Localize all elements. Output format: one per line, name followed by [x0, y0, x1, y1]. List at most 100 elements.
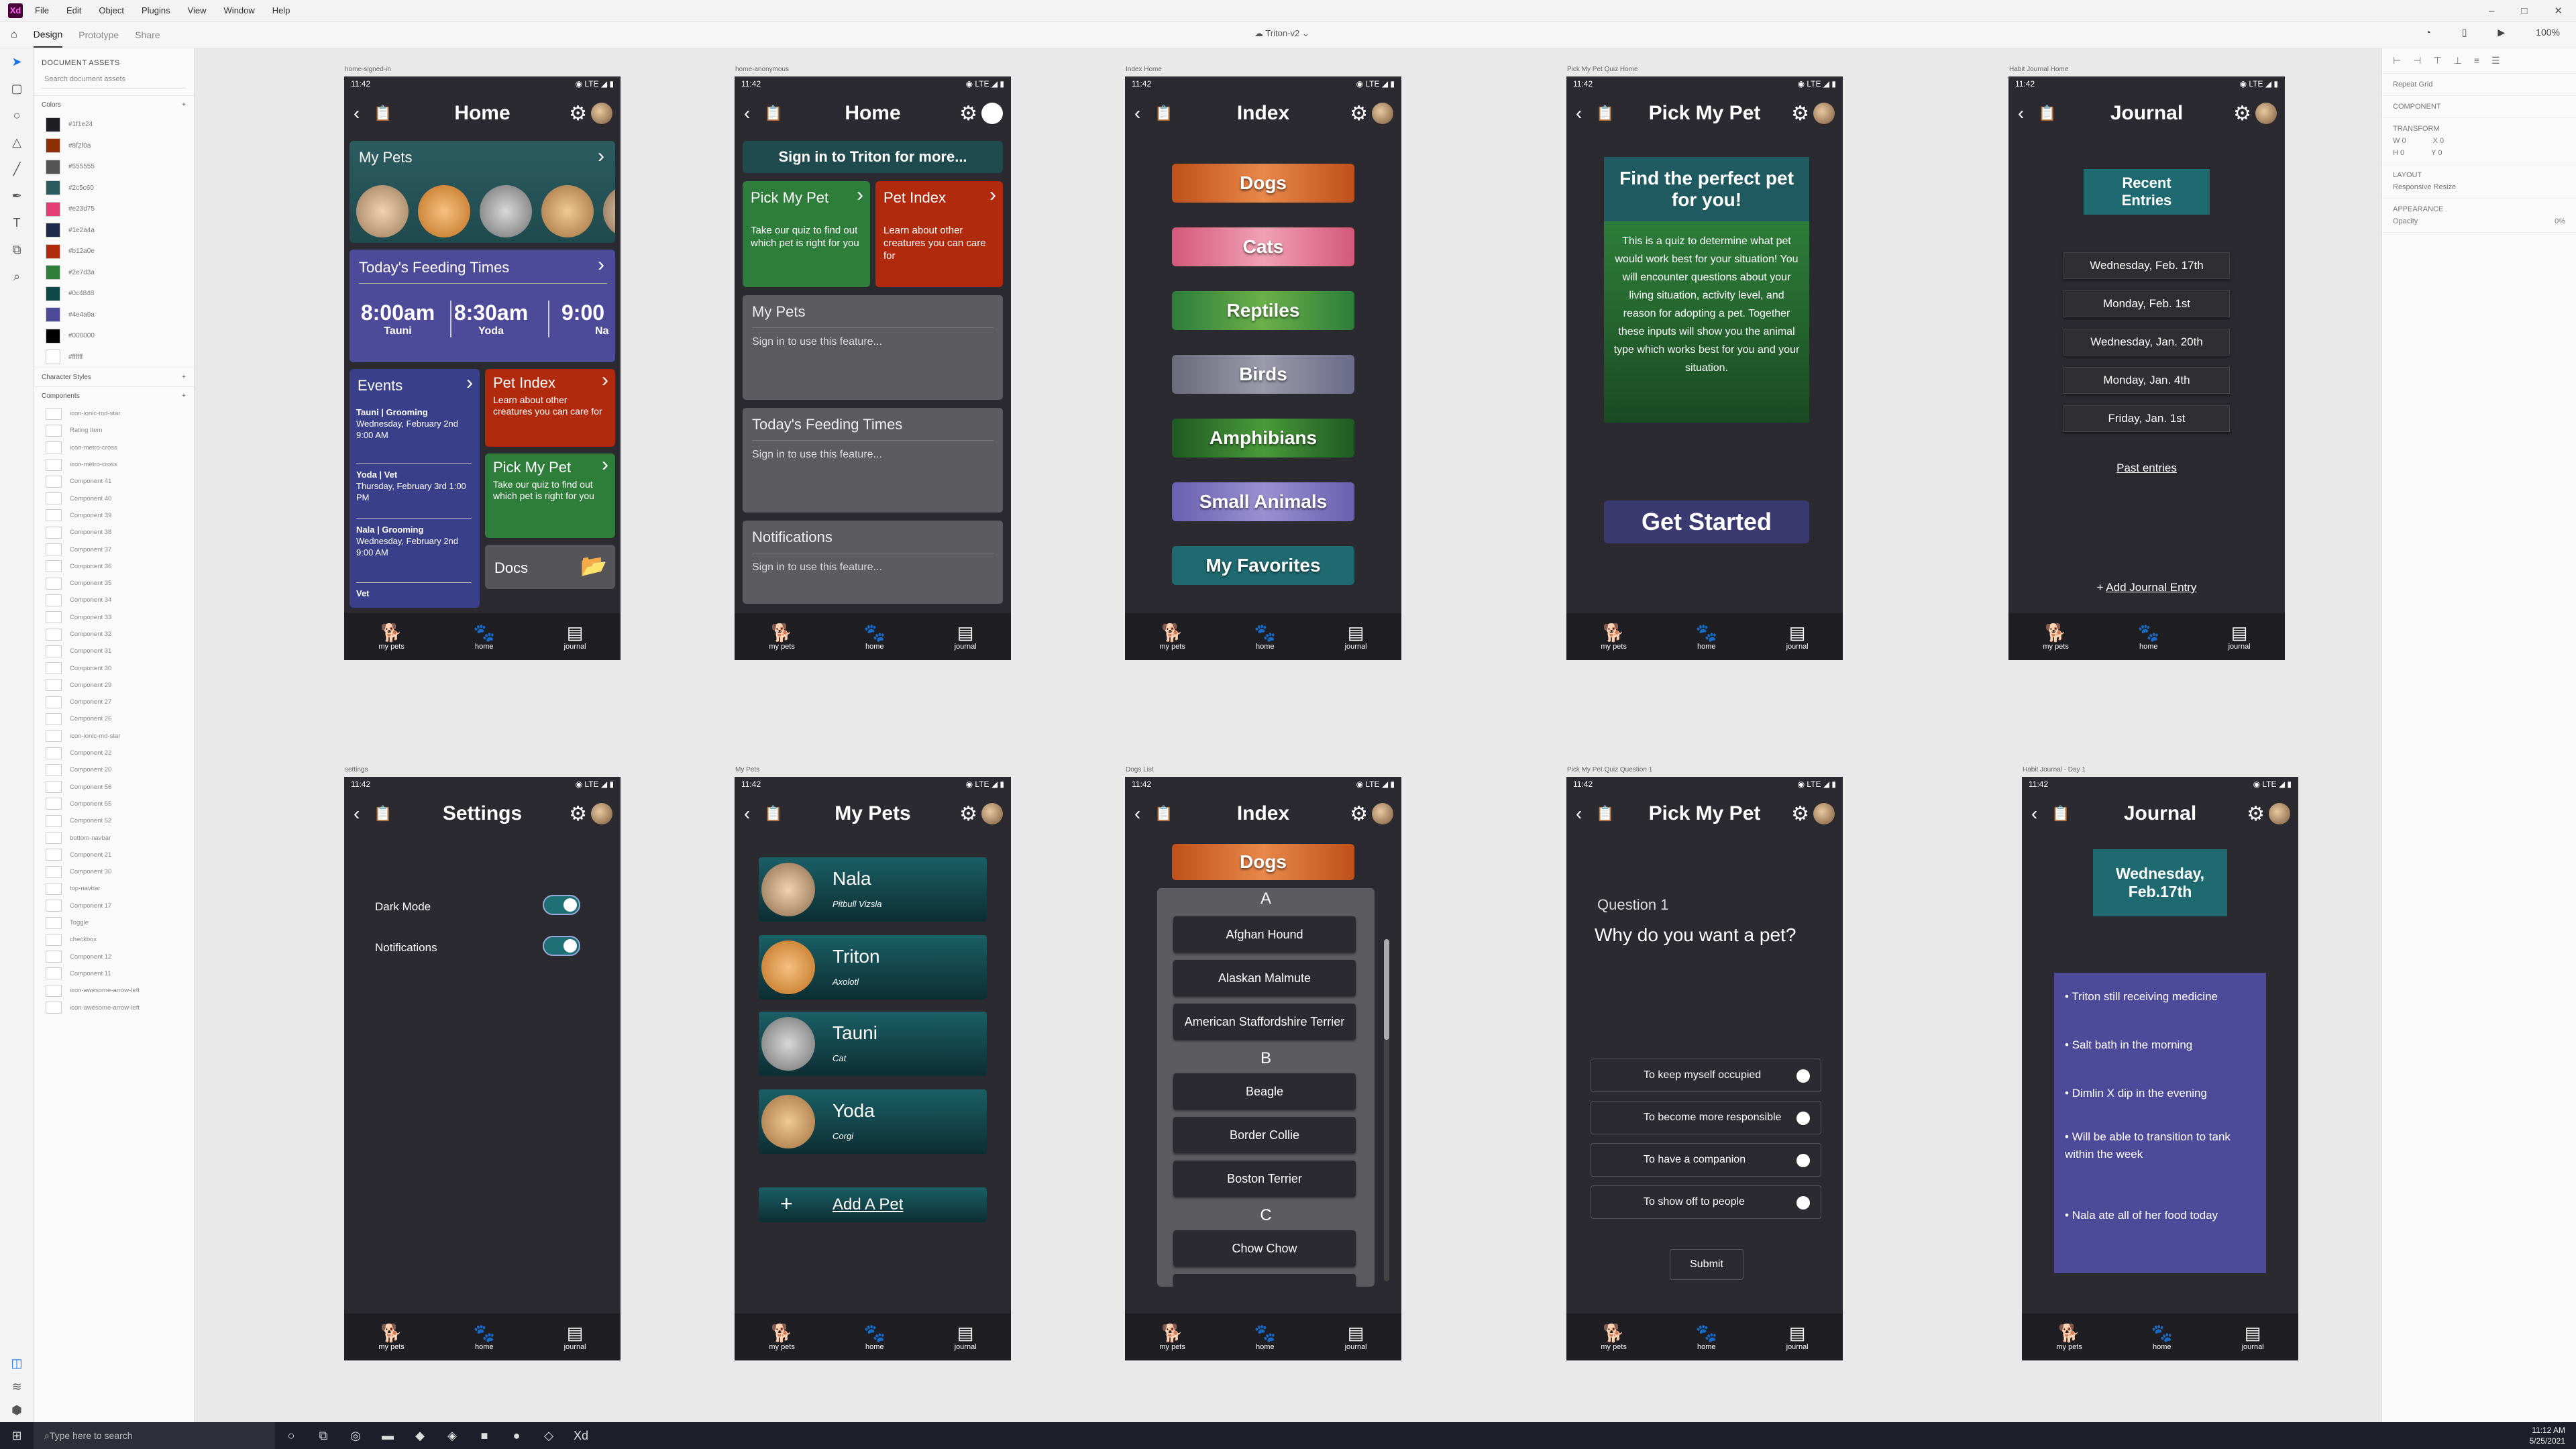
color-swatch[interactable]: #e23d75 [34, 199, 194, 220]
nav-home[interactable]: 🐾 home [1254, 1323, 1276, 1351]
index-reptiles-button[interactable]: Reptiles [1172, 291, 1354, 330]
scrollbar-thumb[interactable] [1384, 939, 1389, 1040]
color-swatch[interactable]: #b12a0e [34, 241, 194, 262]
avatar[interactable] [1813, 103, 1835, 124]
quiz-option[interactable]: To have a companion [1591, 1143, 1821, 1177]
nav-journal[interactable]: ▤ journal [1786, 1323, 1809, 1351]
clipboard-icon[interactable]: 📋 [764, 105, 784, 122]
back-arrow-icon[interactable]: ‹ [1134, 103, 1155, 124]
colors-section-header[interactable]: Colors + [34, 95, 194, 114]
menu-help[interactable]: Help [272, 5, 290, 15]
menu-window[interactable]: Window [224, 5, 255, 15]
nav-home[interactable]: 🐾 home [474, 623, 495, 651]
pet-list-item[interactable]: Yoda Corgi [759, 1089, 987, 1154]
plugins-icon[interactable]: ⬢ [0, 1397, 34, 1424]
component-item[interactable]: Component 12 [34, 949, 194, 965]
adobe-xd-icon[interactable]: Xd [565, 1429, 597, 1443]
color-swatch[interactable]: #555555 [34, 156, 194, 178]
color-swatch[interactable]: #2c5c60 [34, 178, 194, 199]
nav-journal[interactable]: ▤ journal [564, 623, 586, 651]
color-swatch[interactable]: #1f1e24 [34, 114, 194, 136]
nav-home[interactable]: 🐾 home [474, 1323, 495, 1351]
color-swatch[interactable]: #1e2a4a [34, 220, 194, 241]
clipboard-icon[interactable]: 📋 [1596, 105, 1616, 122]
artboard-dogs-list[interactable]: 11:42 ◉ LTE ◢ ▮ ‹ 📋 Index ⚙ Dogs A Afghan Ho… [1125, 777, 1401, 1360]
nav-my-pets[interactable]: 🐕 my pets [769, 1323, 795, 1351]
color-swatch[interactable]: #8f2f0a [34, 136, 194, 157]
nav-my-pets[interactable]: 🐕 my pets [378, 623, 405, 651]
my-pets-locked-card[interactable]: My Pets Sign in to use this feature... [743, 295, 1003, 400]
nav-journal[interactable]: ▤ journal [1786, 623, 1809, 651]
component-item[interactable]: Component 39 [34, 507, 194, 524]
clipboard-icon[interactable]: 📋 [764, 805, 784, 822]
nav-home[interactable]: 🐾 home [1254, 623, 1276, 651]
breed-item[interactable]: Chow Chow [1173, 1230, 1356, 1267]
pet-photo[interactable] [480, 185, 532, 237]
artboard-quiz-question[interactable]: 11:42 ◉ LTE ◢ ▮ ‹ 📋 Pick My Pet ⚙ Question 1… [1566, 777, 1843, 1360]
submit-button[interactable]: Submit [1670, 1249, 1743, 1280]
scrollbar-track[interactable] [1384, 939, 1389, 1281]
breed-item[interactable]: Beagle [1173, 1073, 1356, 1110]
breed-list-panel[interactable]: A Afghan Hound Alaskan Malmute American … [1157, 888, 1375, 1287]
component-item[interactable]: Toggle [34, 914, 194, 931]
gear-icon[interactable]: ⚙ [959, 802, 977, 826]
distribute-icon[interactable]: ≡ [2474, 55, 2479, 66]
nav-journal[interactable]: ▤ journal [2242, 1323, 2264, 1351]
journal-entry-date[interactable]: Monday, Feb. 1st [2063, 290, 2230, 317]
rectangle-tool-icon[interactable]: ▢ [0, 75, 34, 102]
avatar[interactable] [2269, 803, 2290, 824]
component-item[interactable]: Component 41 [34, 473, 194, 490]
quiz-option[interactable]: To show off to people [1591, 1185, 1821, 1219]
x-field[interactable]: X 0 [2433, 137, 2445, 145]
nav-my-pets[interactable]: 🐕 my pets [769, 623, 795, 651]
clipboard-icon[interactable]: 📋 [2038, 105, 2058, 122]
nav-home[interactable]: 🐾 home [2151, 1323, 2173, 1351]
component-item[interactable]: checkbox [34, 931, 194, 948]
artboard-settings[interactable]: 11:42 ◉ LTE ◢ ▮ ‹ 📋 Settings ⚙ Dark Mode Not… [344, 777, 621, 1360]
component-item[interactable]: Component 22 [34, 745, 194, 761]
home-icon[interactable]: ⌂ [11, 29, 17, 41]
journal-entry-date[interactable]: Friday, Jan. 1st [2063, 405, 2230, 432]
artboard-home-signed-in[interactable]: 11:42 ◉ LTE ◢ ▮ ‹ 📋 Home ⚙ My Pets › Today's… [344, 76, 621, 660]
add-journal-entry-link[interactable]: + Add Journal Entry [2008, 581, 2285, 594]
gear-icon[interactable]: ⚙ [569, 802, 587, 826]
journal-entry-date[interactable]: Wednesday, Feb. 17th [2063, 252, 2230, 279]
pet-index-card[interactable]: Pet Index › Learn about other creatures … [875, 181, 1003, 287]
windows-start-icon[interactable]: ⊞ [0, 1429, 34, 1443]
component-item[interactable]: Component 55 [34, 796, 194, 812]
menu-view[interactable]: View [188, 5, 207, 15]
nav-journal[interactable]: ▤ journal [1345, 1323, 1367, 1351]
clipboard-icon[interactable]: 📋 [1596, 805, 1616, 822]
responsive-resize-toggle[interactable]: Responsive Resize [2393, 183, 2565, 191]
component-item[interactable]: Component 38 [34, 524, 194, 541]
component-item[interactable]: icon-ionic-md-star [34, 405, 194, 422]
component-item[interactable]: Component 30 [34, 659, 194, 676]
quiz-option[interactable]: To become more responsible [1591, 1101, 1821, 1134]
component-item[interactable]: Component 33 [34, 609, 194, 626]
index-favorites-button[interactable]: My Favorites [1172, 546, 1354, 585]
nav-my-pets[interactable]: 🐕 my pets [2056, 1323, 2082, 1351]
gear-icon[interactable]: ⚙ [1350, 102, 1368, 125]
breed-item[interactable]: Alaskan Malmute [1173, 960, 1356, 996]
breed-item[interactable] [1173, 1274, 1356, 1287]
radio-button[interactable] [1796, 1069, 1810, 1083]
component-item[interactable]: Rating Item [34, 422, 194, 439]
minimize-icon[interactable]: – [2489, 5, 2494, 17]
breed-item[interactable]: American Staffordshire Terrier [1173, 1004, 1356, 1040]
zoom-icon[interactable]: ■ [468, 1429, 500, 1443]
breed-item[interactable]: Afghan Hound [1173, 916, 1356, 953]
nav-my-pets[interactable]: 🐕 my pets [1159, 623, 1185, 651]
pet-list-item[interactable]: Tauni Cat [759, 1012, 987, 1076]
nav-home[interactable]: 🐾 home [864, 623, 885, 651]
back-arrow-icon[interactable]: ‹ [2018, 103, 2038, 124]
gear-icon[interactable]: ⚙ [2247, 802, 2265, 826]
component-item[interactable]: bottom-navbar [34, 829, 194, 846]
spotify-icon[interactable]: ● [500, 1429, 533, 1443]
pet-photo[interactable] [418, 185, 470, 237]
assets-icon[interactable]: ◫ [0, 1350, 34, 1377]
index-dogs-button[interactable]: Dogs [1172, 164, 1354, 203]
clipboard-icon[interactable]: 📋 [374, 105, 394, 122]
nav-journal[interactable]: ▤ journal [1345, 623, 1367, 651]
breed-item[interactable]: Border Collie [1173, 1117, 1356, 1153]
component-item[interactable]: Component 56 [34, 779, 194, 796]
